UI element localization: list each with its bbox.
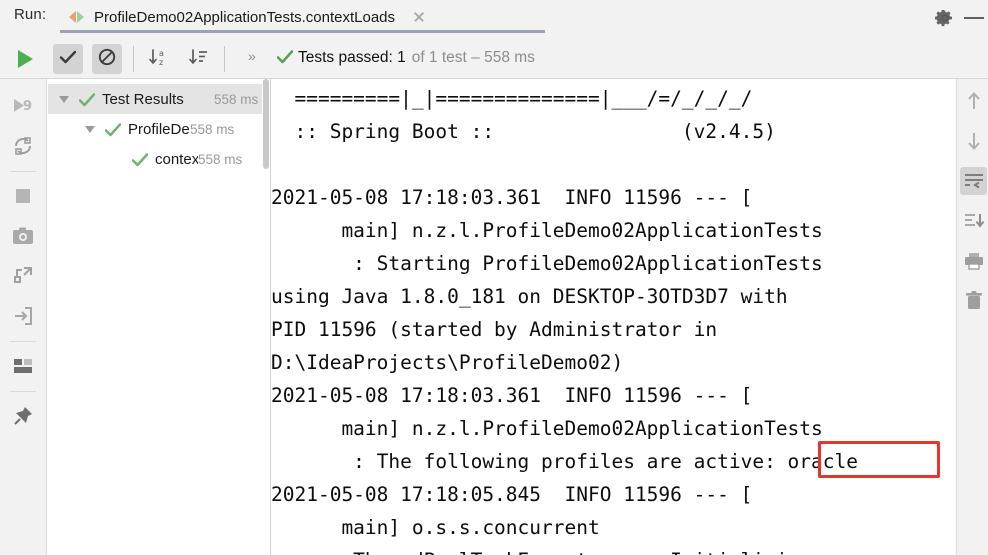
pin-tab-icon[interactable] [8, 401, 38, 431]
show-ignored-toggle[interactable] [92, 44, 122, 74]
show-passed-toggle[interactable] [53, 44, 83, 74]
chevron-down-icon[interactable] [85, 125, 95, 133]
test-passed-icon [78, 92, 96, 106]
rail-divider-1 [10, 171, 36, 172]
svg-text:9: 9 [23, 99, 32, 114]
print-icon[interactable] [960, 247, 987, 275]
console-output[interactable]: =========|_|==============|___/=/_/_/_/ … [271, 79, 955, 555]
stop-icon[interactable] [8, 181, 38, 211]
active-profile-highlight [818, 441, 940, 478]
toolbar-divider-1 [133, 46, 134, 72]
run-tool-window: Run: ProfileDemo02ApplicationTests.conte… [0, 0, 988, 555]
tree-label: contextLoads [155, 150, 198, 168]
junit-run-config-icon [68, 10, 85, 24]
test-status-bar: Tests passed: 1 of 1 test – 558 ms [276, 48, 535, 67]
active-tab-underline [60, 30, 545, 33]
sort-alphabetically-icon: a z [147, 47, 169, 72]
clear-all-icon[interactable] [960, 287, 987, 315]
tab-title: ProfileDemo02ApplicationTests.contextLoa… [94, 8, 396, 26]
test-results-tree[interactable]: Test Results 558 ms ProfileDemo02Applica… [48, 79, 262, 555]
tree-duration: 558 ms [198, 151, 243, 167]
tree-row-profile-demo-tests[interactable]: ProfileDemo02ApplicationTests 558 ms [48, 114, 262, 144]
toolbar-overflow-button[interactable]: » [248, 48, 256, 64]
tree-label: ProfileDemo02ApplicationTests [128, 120, 190, 138]
checkmark-icon [276, 50, 294, 64]
test-passed-icon [131, 152, 149, 166]
checkmark-icon [59, 49, 77, 70]
console-line: =========|_|==============|___/=/_/_/_/ [271, 87, 753, 110]
right-icon-rail [956, 79, 988, 555]
tree-row-test-results[interactable]: Test Results 558 ms [48, 84, 262, 114]
test-passed-icon [104, 122, 122, 136]
close-icon[interactable] [412, 10, 426, 24]
scroll-down-icon[interactable] [960, 127, 987, 155]
console-line: 2021-05-08 17:18:03.361 INFO 11596 --- [ [271, 384, 753, 407]
soft-wrap-icon[interactable] [960, 167, 987, 195]
rerun-failed-tests-icon[interactable]: 9 [8, 91, 38, 121]
scroll-to-end-icon[interactable] [960, 207, 987, 235]
rail-divider-2 [10, 341, 36, 342]
console-line: : Starting ProfileDemo02ApplicationTests [271, 252, 823, 275]
no-entry-icon [98, 48, 116, 71]
rerun-button[interactable] [12, 46, 38, 72]
console-line: 2021-05-08 17:18:05.845 INFO 11596 --- [ [271, 483, 753, 506]
gear-icon[interactable] [934, 8, 955, 28]
scroll-up-icon[interactable] [960, 87, 987, 115]
import-test-results-icon[interactable] [8, 301, 38, 331]
tree-duration: 558 ms [190, 121, 235, 137]
tree-duration: 558 ms [214, 91, 259, 107]
console-line: ThreadPoolTaskExecutor : Initializing [271, 544, 955, 555]
svg-text:z: z [159, 58, 163, 67]
tree-scrollbar[interactable] [263, 79, 269, 169]
console-line: 2021-05-08 17:18:03.361 INFO 11596 --- [ [271, 186, 753, 209]
svg-text:a: a [159, 49, 164, 58]
tree-row-context-loads[interactable]: contextLoads 558 ms [48, 144, 262, 174]
sort-alphabetically-button[interactable]: a z [143, 44, 173, 74]
console-line: D:\IdeaProjects\ProfileDemo02) [271, 351, 624, 374]
export-test-results-icon[interactable] [8, 221, 38, 251]
show-layout-icon[interactable] [8, 351, 38, 381]
left-icon-rail: 9 [0, 79, 47, 555]
chevron-down-icon[interactable] [59, 95, 69, 103]
tab-bar: Run: ProfileDemo02ApplicationTests.conte… [0, 0, 988, 34]
rail-divider-3 [10, 391, 36, 392]
sort-by-duration-icon [187, 47, 209, 72]
minimize-icon[interactable] [964, 17, 984, 19]
console-line: PID 11596 (started by Administrator in [271, 318, 718, 341]
toggle-auto-test-icon[interactable] [8, 131, 38, 161]
console-line: :: Spring Boot :: (v2.4.5) [271, 120, 776, 143]
test-status-detail-text: of 1 test – 558 ms [411, 49, 535, 66]
console-line: main] n.z.l.ProfileDemo02ApplicationTest… [271, 219, 823, 242]
open-in-browser-icon[interactable] [8, 261, 38, 291]
console-line: main] o.s.s.concurrent [271, 516, 600, 539]
sort-by-duration-button[interactable] [183, 44, 213, 74]
tab-profile-demo-tests[interactable]: ProfileDemo02ApplicationTests.contextLoa… [60, 0, 432, 34]
tree-label: Test Results [102, 90, 184, 108]
toolbar-divider-2 [224, 46, 225, 72]
console-line: using Java 1.8.0_181 on DESKTOP-3OTD3D7 … [271, 285, 788, 308]
test-status-passed-text: Tests passed: 1 [298, 49, 406, 66]
run-tool-window-label: Run: [14, 6, 47, 23]
